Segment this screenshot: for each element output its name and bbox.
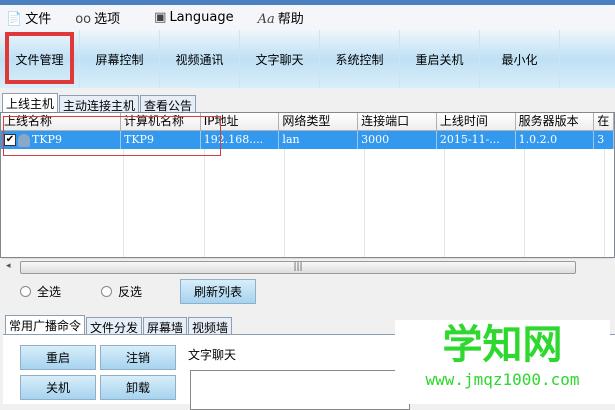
invert-label: 反选 (118, 285, 143, 299)
text-chat-button[interactable]: 文字聊天 (240, 30, 320, 88)
refresh-list-button[interactable]: 刷新列表 (180, 279, 256, 304)
scroll-left-icon[interactable]: ◂ (6, 261, 11, 271)
menu-file[interactable]: 📄 文件 (6, 8, 51, 27)
restart-shutdown-button[interactable]: 重启关机 (400, 30, 480, 88)
grid-line (364, 149, 365, 257)
host-tabs: 上线主机 主动连接主机 查看公告 (2, 93, 197, 113)
select-all-radio[interactable]: 全选 (20, 283, 61, 300)
cell-network: lan (279, 131, 359, 149)
tab-active-connect[interactable]: 主动连接主机 (59, 95, 140, 113)
tab-screen-wall[interactable]: 屏幕墙 (143, 317, 188, 335)
tab-online-hosts[interactable]: 上线主机 (2, 93, 59, 112)
system-control-button[interactable]: 系统控制 (320, 30, 400, 88)
help-icon: Aa (257, 12, 275, 27)
menu-options[interactable]: oo 选项 (75, 8, 120, 27)
minimize-button[interactable]: 最小化 (480, 30, 560, 88)
select-all-label: 全选 (37, 285, 62, 299)
file-icon: 📄 (6, 12, 23, 27)
radio-icon (101, 286, 112, 297)
watermark-title: 学知网 (442, 322, 563, 368)
tab-video-wall[interactable]: 视频墙 (188, 317, 233, 335)
highlight-box (5, 32, 74, 84)
watermark: 学知网 www.jmqz1000.com (395, 320, 610, 404)
col-port[interactable]: 连接端口 (358, 113, 437, 131)
cell-time: 2015-11-... (437, 131, 516, 149)
col-network[interactable]: 网络类型 (279, 113, 359, 131)
cell-port: 3000 (358, 131, 437, 149)
col-time[interactable]: 上线时间 (436, 113, 516, 131)
chat-textarea[interactable] (190, 370, 410, 410)
row-highlight-box (3, 116, 221, 156)
col-extra[interactable]: 在 (594, 113, 615, 131)
glasses-icon: oo (75, 12, 92, 27)
command-tabs: 常用广播命令 文件分发 屏幕墙 视频墙 (5, 315, 233, 335)
horizontal-scrollbar[interactable]: ◂ ||| (2, 258, 613, 275)
logoff-button[interactable]: 注销 (100, 345, 176, 370)
toolbar: 文件管理 屏幕控制 视频通讯 文字聊天 系统控制 重启关机 最小化 (0, 30, 615, 88)
cell-extra: 3 (594, 131, 615, 149)
screen-control-button[interactable]: 屏幕控制 (80, 30, 160, 88)
watermark-url: www.jmqz1000.com (425, 370, 580, 389)
menu-language[interactable]: ▣ Language (154, 10, 233, 25)
col-version[interactable]: 服务器版本 (515, 113, 595, 131)
invert-radio[interactable]: 反选 (101, 283, 142, 300)
video-button[interactable]: 视频通讯 (160, 30, 240, 88)
tab-broadcast[interactable]: 常用广播命令 (5, 315, 86, 334)
grid-line (444, 149, 445, 257)
radio-icon (20, 286, 31, 297)
uninstall-button[interactable]: 卸载 (100, 375, 176, 400)
tab-file-distribution[interactable]: 文件分发 (86, 317, 143, 335)
menu-file-label: 文件 (25, 12, 52, 27)
language-icon: ▣ (154, 10, 167, 25)
menu-options-label: 选项 (94, 12, 121, 27)
tab-announcements[interactable]: 查看公告 (140, 95, 197, 113)
menu-help[interactable]: Aa 帮助 (258, 8, 304, 27)
restart-button[interactable]: 重启 (20, 345, 96, 370)
grid-line (284, 149, 285, 257)
menu-bar: 📄 文件 oo 选项 ▣ Language Aa 帮助 (0, 5, 615, 30)
shutdown-button[interactable]: 关机 (20, 375, 96, 400)
grid-line (524, 149, 525, 257)
grid-line (204, 149, 205, 257)
menu-language-label: Language (169, 10, 234, 25)
grid-line (604, 149, 605, 257)
chat-label: 文字聊天 (188, 348, 237, 362)
menu-help-label: 帮助 (277, 12, 304, 27)
grid-line (123, 149, 124, 257)
scroll-thumb[interactable]: ||| (20, 261, 576, 274)
cell-version: 1.0.2.0 (516, 131, 595, 149)
